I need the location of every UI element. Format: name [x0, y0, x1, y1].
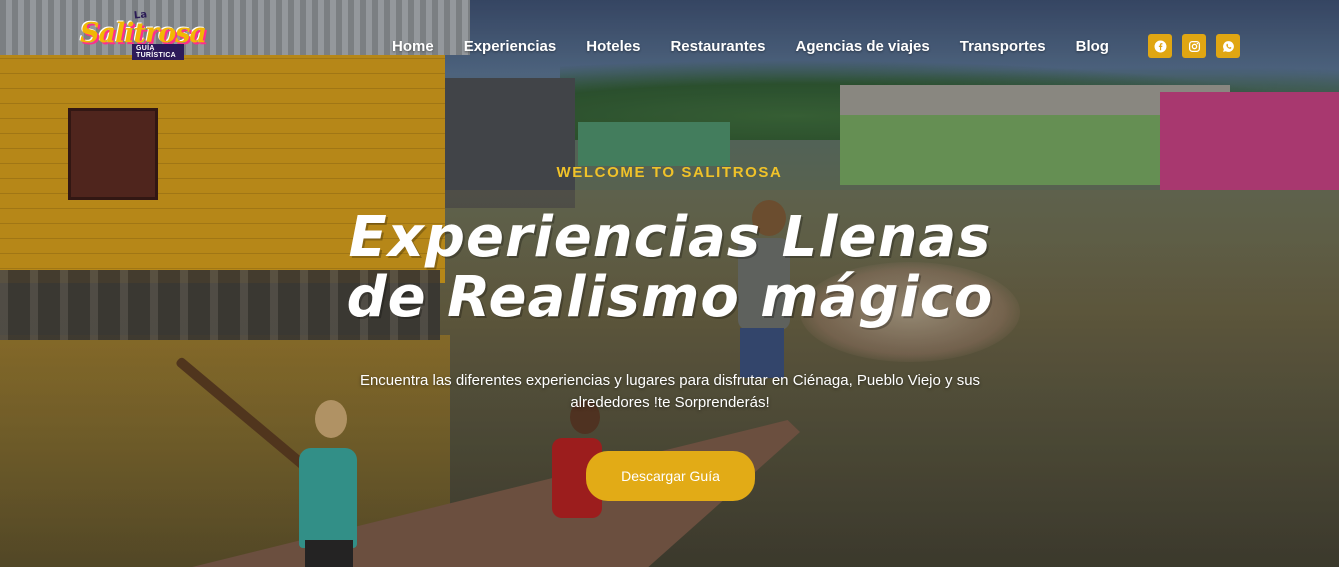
hero-subtext: Encuentra las diferentes experiencias y … [330, 370, 1010, 414]
logo-subtitle: GUÍA TURÍSTICA [132, 44, 184, 60]
whatsapp-icon[interactable] [1216, 34, 1240, 58]
social-links [1148, 34, 1240, 58]
nav-item-agencias[interactable]: Agencias de viajes [795, 38, 929, 55]
headline-line-2: de Realismo mágico [346, 265, 994, 330]
subtext-line-1: Encuentra las diferentes experiencias y … [359, 372, 981, 389]
download-guide-button[interactable]: Descargar Guía [586, 451, 755, 501]
main-nav: Home Experiencias Hoteles Restaurantes A… [392, 38, 1139, 55]
hero-section: La Salitrosa GUÍA TURÍSTICA Home Experie… [0, 0, 1339, 567]
nav-item-experiencias[interactable]: Experiencias [464, 38, 557, 55]
nav-item-restaurantes[interactable]: Restaurantes [670, 38, 765, 55]
nav-item-transportes[interactable]: Transportes [960, 38, 1046, 55]
subtext-line-2: alrededores !te Sorprenderás! [570, 394, 770, 411]
nav-item-home[interactable]: Home [392, 38, 434, 55]
instagram-icon[interactable] [1182, 34, 1206, 58]
headline-line-1: Experiencias Llenas [348, 205, 992, 270]
nav-item-hoteles[interactable]: Hoteles [586, 38, 640, 55]
hero-headline: Experiencias Llenas de Realismo mágico [320, 208, 1020, 328]
nav-item-blog[interactable]: Blog [1076, 38, 1109, 55]
site-logo[interactable]: La Salitrosa GUÍA TURÍSTICA [80, 8, 207, 60]
facebook-icon[interactable] [1148, 34, 1172, 58]
hero-eyebrow: WELCOME TO SALITROSA [556, 164, 783, 181]
